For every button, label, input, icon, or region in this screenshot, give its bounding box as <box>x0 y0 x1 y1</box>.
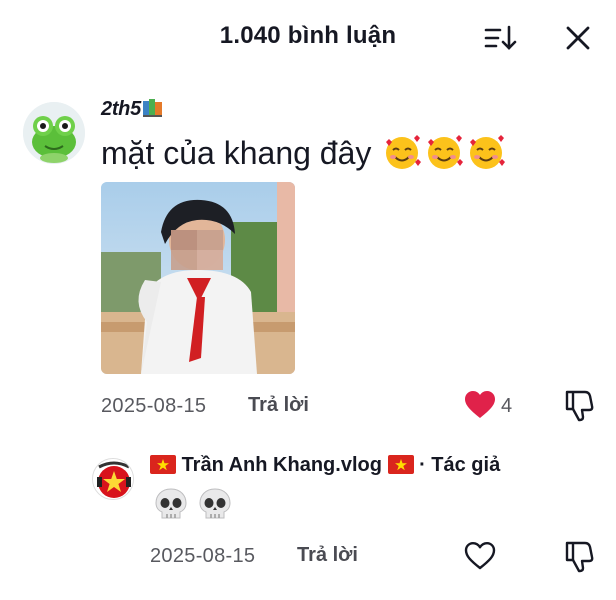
frog-avatar-image <box>23 102 85 164</box>
sort-descending-icon <box>484 25 517 50</box>
sort-button[interactable] <box>482 22 518 54</box>
comment-text: mặt của khang đây <box>101 132 506 172</box>
dislike-button[interactable] <box>563 388 595 422</box>
reply-author[interactable]: Trần Anh Khang.vlog · Tác giả <box>150 454 500 477</box>
close-button[interactable] <box>562 22 594 54</box>
like-button[interactable] <box>464 390 496 420</box>
reply-reply-button[interactable]: Trả lời <box>297 544 358 567</box>
skull-icon <box>152 486 190 524</box>
comment-text-content: mặt của khang đây <box>101 135 372 171</box>
comment-username[interactable]: 2th5 <box>101 98 164 121</box>
thumbs-down-icon <box>565 390 594 422</box>
reply-date: 2025-08-15 <box>150 545 256 567</box>
heart-outline-icon <box>464 542 496 570</box>
vietnam-flag-icon <box>387 455 414 474</box>
close-icon <box>566 26 590 50</box>
reply-avatar[interactable] <box>92 458 134 500</box>
author-badge: · Tác giả <box>419 454 501 476</box>
reply-like-button[interactable] <box>464 541 496 571</box>
smiling-face-with-hearts-icon <box>424 132 464 172</box>
comments-header: 1.040 bình luận <box>0 0 616 74</box>
comment-date: 2025-08-15 <box>101 395 207 417</box>
avatar[interactable] <box>23 102 85 164</box>
smiling-face-with-hearts-icon <box>382 132 422 172</box>
heart-filled-icon <box>465 391 495 418</box>
student-photo-image <box>101 182 295 374</box>
vietnam-flag-icon <box>150 455 176 474</box>
comment-photo[interactable] <box>101 182 295 374</box>
username-text: 2th5 <box>101 98 141 120</box>
khang-vlog-logo-image <box>93 459 133 499</box>
reply-button[interactable]: Trả lời <box>248 394 309 417</box>
reply-text <box>152 486 240 532</box>
smiling-face-with-hearts-icon <box>466 132 506 172</box>
like-count: 4 <box>501 395 513 417</box>
comment-count-title: 1.040 bình luận <box>219 22 397 49</box>
reply-dislike-button[interactable] <box>563 539 595 573</box>
books-emoji-icon <box>142 98 164 118</box>
reply-author-name: Trần Anh Khang.vlog <box>181 454 382 476</box>
skull-icon <box>196 486 234 524</box>
thumbs-down-icon <box>565 541 594 573</box>
